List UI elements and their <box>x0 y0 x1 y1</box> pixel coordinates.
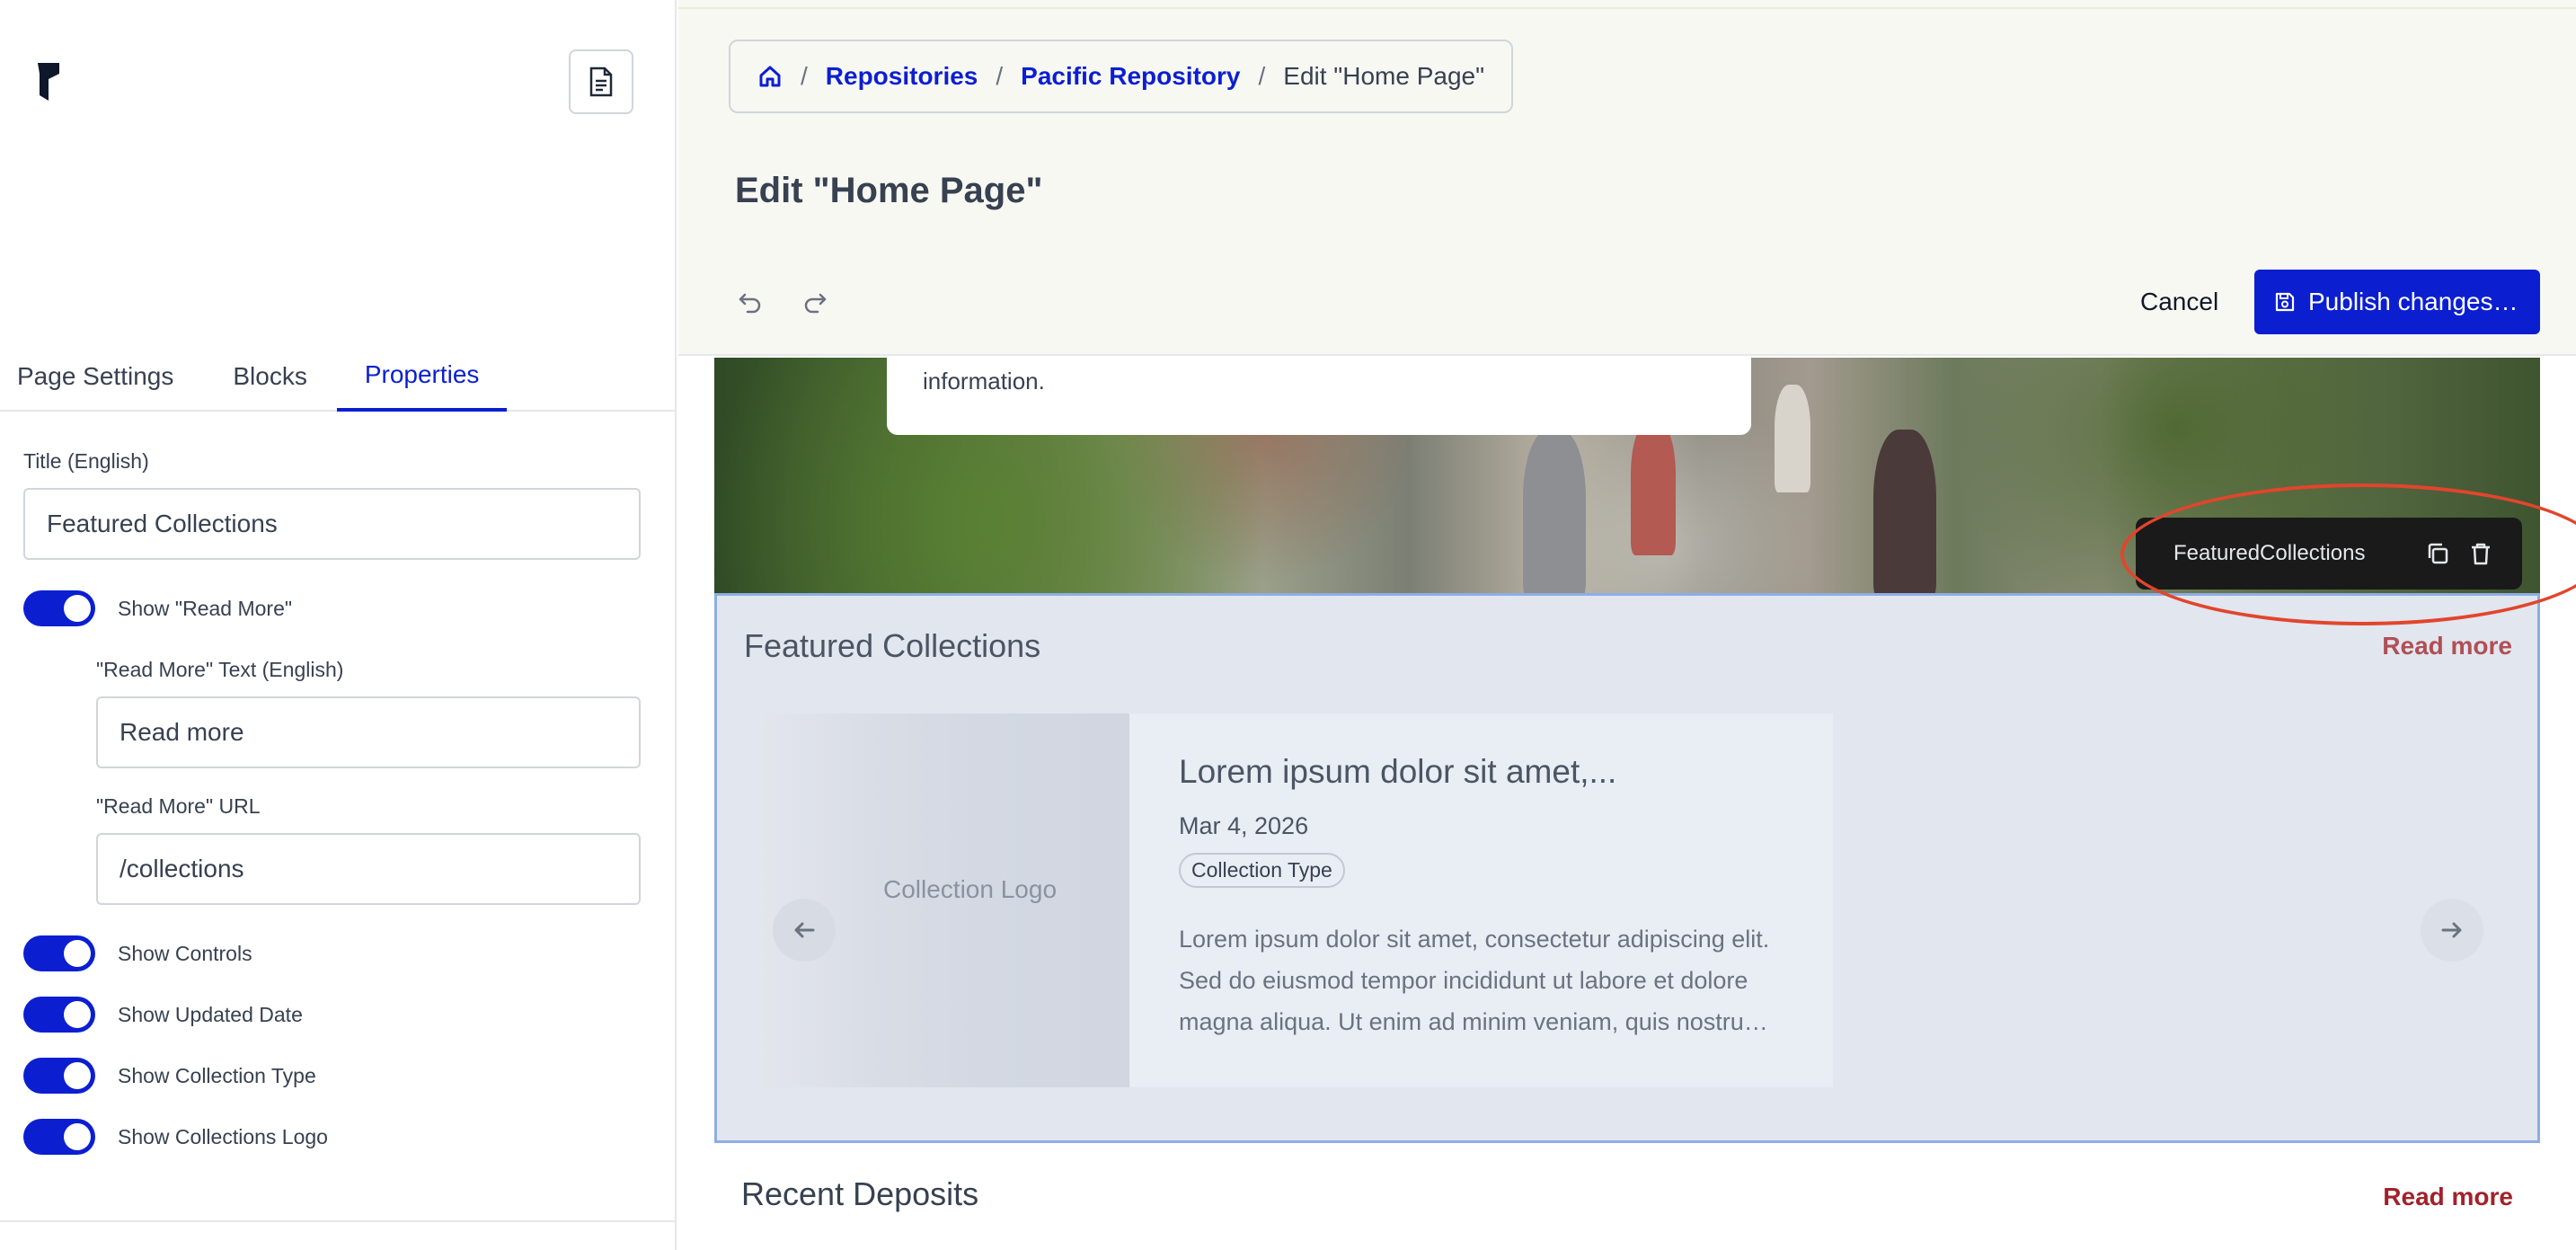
title-input[interactable]: Featured Collections <box>23 488 641 560</box>
editor-sidebar: Page Settings Blocks Properties Title (E… <box>0 0 677 1250</box>
carousel-next-button[interactable] <box>2421 899 2483 962</box>
page-preview: information. Featured Collections Read m… <box>714 358 2576 1250</box>
show-read-more-row: Show "Read More" <box>23 590 292 626</box>
show-collections-logo-row: Show Collections Logo <box>23 1119 328 1155</box>
arrow-left-icon <box>794 922 815 938</box>
editor-header: / Repositories / Pacific Repository / Ed… <box>678 0 2576 356</box>
collection-type-badge: Collection Type <box>1179 853 1345 888</box>
hero-info-card: information. <box>887 358 1751 435</box>
recent-deposits-title: Recent Deposits <box>741 1175 979 1212</box>
show-collections-logo-toggle[interactable] <box>23 1119 95 1155</box>
show-collection-type-label: Show Collection Type <box>118 1063 316 1087</box>
collection-card-title[interactable]: Lorem ipsum dolor sit amet,... <box>1179 753 1784 791</box>
logo-icon <box>38 63 59 101</box>
publish-changes-button[interactable]: Publish changes… <box>2254 270 2540 334</box>
sidebar-divider <box>0 1220 677 1222</box>
breadcrumb-current: Edit "Home Page" <box>1283 62 1485 90</box>
show-collection-type-toggle[interactable] <box>23 1058 95 1094</box>
show-read-more-toggle[interactable] <box>23 590 95 626</box>
breadcrumb: / Repositories / Pacific Repository / Ed… <box>729 40 1514 113</box>
tab-properties[interactable]: Properties <box>336 341 508 412</box>
show-controls-toggle[interactable] <box>23 935 95 971</box>
show-controls-label: Show Controls <box>118 941 252 965</box>
arrow-right-icon <box>2441 922 2462 938</box>
breadcrumb-pacific-repository[interactable]: Pacific Repository <box>1021 62 1240 91</box>
publish-label: Publish changes… <box>2308 288 2518 315</box>
save-icon <box>2275 292 2295 312</box>
show-updated-date-row: Show Updated Date <box>23 997 303 1033</box>
hero-person <box>1631 421 1676 555</box>
featured-collections-block[interactable]: Featured Collections Read more Collectio… <box>714 593 2540 1143</box>
block-toolbar-name: FeaturedCollections <box>2173 541 2366 565</box>
collection-logo-alt: Collection Logo <box>883 875 1058 903</box>
read-more-url-label: "Read More" URL <box>96 794 261 818</box>
document-button[interactable] <box>569 49 633 114</box>
block-toolbar: FeaturedCollections <box>2136 518 2522 590</box>
hero-info-text: information. <box>923 368 1045 395</box>
featured-collections-title: Featured Collections <box>744 627 1041 664</box>
collection-card[interactable]: Lorem ipsum dolor sit amet,... Mar 4, 20… <box>1129 714 1833 1087</box>
tab-blocks[interactable]: Blocks <box>203 341 336 412</box>
featured-read-more-link[interactable]: Read more <box>2382 632 2512 660</box>
carousel-prev-button[interactable] <box>773 899 836 962</box>
show-controls-row: Show Controls <box>23 935 252 971</box>
copy-icon[interactable] <box>2425 541 2450 566</box>
show-collection-type-row: Show Collection Type <box>23 1058 316 1094</box>
undo-icon <box>739 293 761 314</box>
breadcrumb-separator: / <box>996 62 1004 90</box>
trash-icon[interactable] <box>2468 541 2493 566</box>
tab-page-settings[interactable]: Page Settings <box>0 341 203 412</box>
editor-main: / Repositories / Pacific Repository / Ed… <box>678 0 2576 1250</box>
show-read-more-label: Show "Read More" <box>118 596 293 620</box>
hero-person <box>1873 430 1936 593</box>
home-icon[interactable] <box>757 64 783 89</box>
breadcrumb-separator: / <box>801 62 808 90</box>
page-title: Edit "Home Page" <box>735 171 1043 210</box>
read-more-text-label: "Read More" Text (English) <box>96 658 344 681</box>
sidebar-tabs: Page Settings Blocks Properties <box>0 341 677 412</box>
recent-read-more-link[interactable]: Read more <box>2383 1183 2513 1211</box>
document-icon <box>589 66 613 97</box>
redo-button[interactable] <box>799 286 831 318</box>
title-field-label: Title (English) <box>23 449 149 473</box>
read-more-text-input[interactable]: Read more <box>96 696 641 768</box>
collection-card-date: Mar 4, 2026 <box>1179 812 1309 839</box>
header-top-line <box>678 7 2576 9</box>
show-updated-date-toggle[interactable] <box>23 997 95 1033</box>
hero-person <box>1775 385 1810 492</box>
show-collections-logo-label: Show Collections Logo <box>118 1124 328 1148</box>
undo-button[interactable] <box>734 286 766 318</box>
cancel-button[interactable]: Cancel <box>2140 270 2218 334</box>
read-more-url-input[interactable]: /collections <box>96 833 641 905</box>
show-updated-date-label: Show Updated Date <box>118 1002 303 1026</box>
breadcrumb-separator: / <box>1258 62 1266 90</box>
breadcrumb-repositories[interactable]: Repositories <box>826 62 978 91</box>
collection-card-description: Lorem ipsum dolor sit amet, consectetur … <box>1179 926 1770 1035</box>
hero-person <box>1523 430 1586 593</box>
redo-icon <box>804 293 827 314</box>
